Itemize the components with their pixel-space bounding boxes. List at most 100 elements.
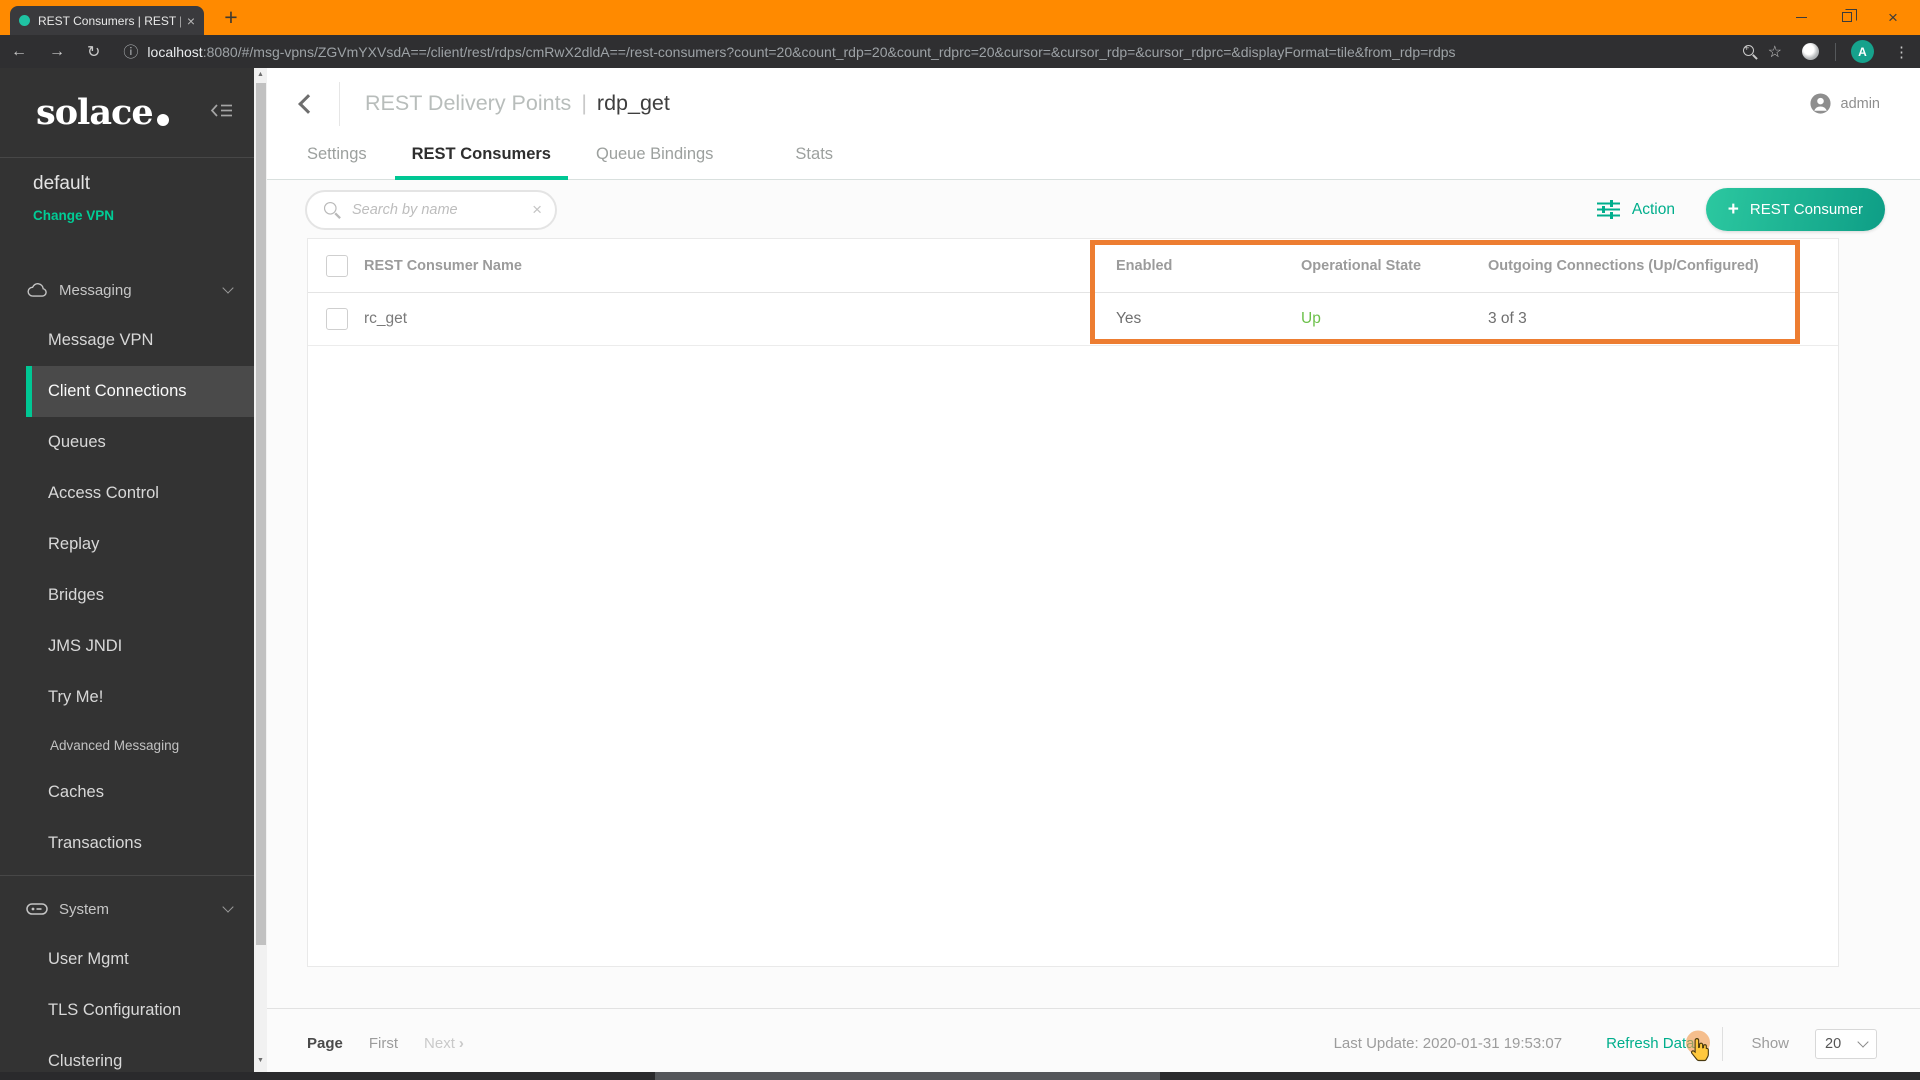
search-box: × [305, 190, 557, 230]
page-size-select[interactable]: 20 [1815, 1028, 1877, 1059]
user-menu[interactable]: admin [1809, 92, 1881, 115]
rest-consumers-table: REST Consumer Name Enabled Operational S… [307, 238, 1839, 967]
sidebar-divider [0, 875, 254, 876]
add-button-label: REST Consumer [1749, 201, 1863, 218]
add-rest-consumer-button[interactable]: + REST Consumer [1705, 188, 1885, 231]
scroll-down-icon[interactable]: ▼ [254, 1057, 267, 1064]
table-row[interactable]: rc_get Yes Up 3 of 3 [308, 293, 1838, 346]
taskbar-edge [0, 1072, 1920, 1080]
change-vpn-link[interactable]: Change VPN [33, 208, 254, 223]
cursor-hand-icon [1691, 1038, 1710, 1062]
section-label: System [59, 900, 110, 918]
tab-rest-consumers[interactable]: REST Consumers [394, 145, 568, 180]
search-input[interactable] [352, 202, 533, 218]
content-area: × Action + REST Consumer [267, 180, 1920, 1072]
cloud-icon [27, 282, 47, 297]
next-page-link[interactable]: Next › [424, 1035, 464, 1052]
url-host: localhost [147, 43, 203, 60]
system-icon [26, 903, 48, 915]
user-label: admin [1840, 95, 1881, 112]
sidebar-item-access-control[interactable]: Access Control [0, 468, 254, 519]
sidebar-item-transactions[interactable]: Transactions [0, 818, 254, 869]
new-tab-button[interactable]: + [216, 2, 246, 32]
minimize-icon [1795, 16, 1807, 18]
solace-logo-dot [156, 113, 169, 126]
sidebar-item-message-vpn[interactable]: Message VPN [0, 315, 254, 366]
sidebar-item-user-mgmt[interactable]: User Mgmt [0, 934, 254, 985]
close-button[interactable]: × [1870, 0, 1916, 34]
current-vpn-name: default [33, 173, 91, 194]
sidebar-item-queues[interactable]: Queues [0, 417, 254, 468]
show-label: Show [1751, 1035, 1789, 1052]
cell-enabled: Yes [1116, 310, 1142, 327]
sidebar-section-system[interactable]: System [0, 884, 254, 934]
refresh-data-link[interactable]: Refresh Data [1606, 1030, 1711, 1062]
sidebar-item-bridges[interactable]: Bridges [0, 570, 254, 621]
row-checkbox[interactable] [326, 308, 348, 330]
first-page-link[interactable]: First [369, 1035, 398, 1052]
close-icon: × [1888, 7, 1898, 27]
page-label: Page [307, 1035, 343, 1052]
profile-avatar[interactable]: A [1851, 40, 1874, 63]
cell-consumer-name[interactable]: rc_get [364, 310, 407, 328]
restore-button[interactable] [1824, 0, 1870, 34]
search-clear-icon[interactable]: × [532, 200, 542, 220]
sidebar-item-jms-jndi[interactable]: JMS JNDI [0, 621, 254, 672]
reload-icon[interactable]: ↻ [76, 42, 111, 62]
back-nav-icon[interactable]: ← [0, 43, 38, 61]
sidebar-scrollbar[interactable]: ▲ ▼ [254, 68, 267, 1072]
browser-menu-icon[interactable]: ⋮ [1883, 43, 1920, 61]
scrollbar-thumb[interactable] [255, 83, 266, 945]
address-bar[interactable]: ⓘ localhost:8080/#/msg-vpns/ZGVmYXVsdA==… [115, 38, 1737, 65]
zoom-page-icon[interactable]: + [1742, 43, 1758, 60]
tab-settings[interactable]: Settings [307, 145, 367, 180]
last-update-text: Last Update: 2020-01-31 19:53:07 [1333, 1035, 1563, 1052]
sidebar-item-try-me[interactable]: Try Me! [0, 672, 254, 723]
tab-close-icon[interactable]: × [187, 13, 195, 29]
sidebar-item-caches[interactable]: Caches [0, 767, 254, 818]
minimize-button[interactable] [1778, 0, 1824, 34]
sidebar-item-tls-configuration[interactable]: TLS Configuration [0, 985, 254, 1036]
chevron-down-icon [222, 901, 234, 913]
tab-queue-bindings[interactable]: Queue Bindings [596, 145, 713, 180]
chevron-left-icon [298, 94, 318, 114]
table-header-row: REST Consumer Name Enabled Operational S… [308, 239, 1838, 293]
select-all-checkbox[interactable] [326, 254, 348, 277]
browser-toolbar: ← → ↻ ⓘ localhost:8080/#/msg-vpns/ZGVmYX… [0, 35, 1920, 68]
url-path: :8080/#/msg-vpns/ZGVmYXVsdA==/client/res… [202, 43, 1456, 60]
chevron-down-icon [222, 282, 234, 294]
sidebar-item-client-connections[interactable]: Client Connections [26, 366, 254, 417]
action-label: Action [1631, 200, 1675, 218]
section-label: Messaging [59, 281, 132, 299]
column-header-outgoing-connections: Outgoing Connections (Up/Configured) [1488, 257, 1759, 274]
page-title: rdp_get [596, 91, 670, 115]
extension-icon[interactable] [1802, 43, 1819, 60]
browser-tabstrip: REST Consumers | REST | Client C × + × [0, 0, 1920, 35]
forward-nav-icon[interactable]: → [38, 43, 76, 61]
main-panel: REST Delivery Points | rdp_get admin Setti… [267, 68, 1920, 1072]
sidebar-item-clustering[interactable]: Clustering [0, 1036, 254, 1072]
sidebar-item-advanced-messaging[interactable]: Advanced Messaging [0, 723, 254, 767]
sidebar-section-messaging[interactable]: Messaging [0, 265, 254, 315]
breadcrumb-parent[interactable]: REST Delivery Points [365, 91, 571, 115]
header-divider [339, 82, 340, 126]
action-button[interactable]: Action [1596, 200, 1675, 219]
back-button[interactable] [293, 92, 323, 122]
footer-divider [1722, 1026, 1724, 1061]
favicon-icon [19, 15, 30, 26]
page-info-icon[interactable]: ⓘ [123, 41, 138, 62]
bookmark-star-icon[interactable]: ☆ [1758, 42, 1792, 62]
sidebar-collapse-icon[interactable] [210, 102, 234, 124]
browser-tab[interactable]: REST Consumers | REST | Client C × [10, 6, 204, 35]
page-header: REST Delivery Points | rdp_get admin Setti… [267, 68, 1920, 180]
cell-outgoing-connections: 3 of 3 [1488, 310, 1527, 327]
column-header-operational-state: Operational State [1301, 257, 1422, 274]
breadcrumb-separator: | [581, 91, 587, 115]
sidebar-item-replay[interactable]: Replay [0, 519, 254, 570]
scroll-up-icon[interactable]: ▲ [254, 71, 267, 78]
sidebar: solace default Change VPN Messaging Mess… [0, 68, 254, 1072]
tab-stats[interactable]: Stats [795, 145, 833, 180]
restore-icon [1842, 8, 1857, 22]
window-controls: × [1778, 0, 1916, 34]
search-icon [323, 201, 341, 219]
